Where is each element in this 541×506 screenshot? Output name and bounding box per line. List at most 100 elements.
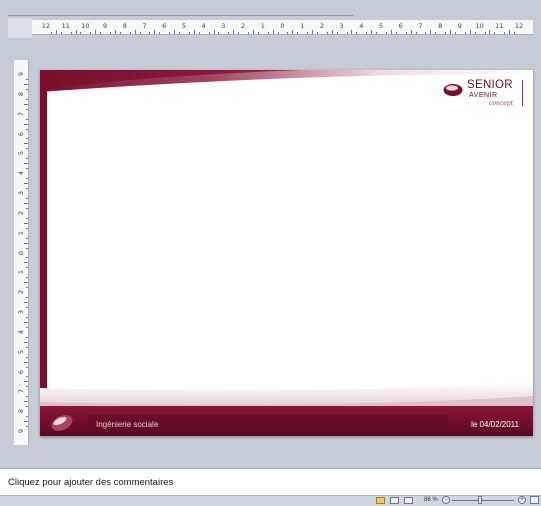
ruler-tick <box>24 381 28 383</box>
senior-avenir-logo: SENIOR AVENIR concept <box>443 77 523 107</box>
ruler-label: 12 <box>514 22 524 30</box>
ruler-label: 7 <box>17 111 25 116</box>
ruler-tick <box>80 32 82 34</box>
ruler-tick <box>213 30 215 34</box>
ruler-tick <box>60 32 62 34</box>
ruler-tick <box>331 30 333 34</box>
ruler-label: 1 <box>17 230 25 235</box>
ruler-tick <box>292 30 294 34</box>
ruler-tick <box>179 32 181 34</box>
ruler-tick <box>474 32 476 34</box>
ruler-label: 0 <box>17 250 25 255</box>
logo-name: SENIOR <box>467 79 513 91</box>
ruler-tick <box>174 30 176 34</box>
ruler-tick <box>415 32 417 34</box>
ruler-label: 4 <box>17 329 25 334</box>
ruler-tick <box>26 108 28 110</box>
ruler-tick <box>26 267 28 269</box>
ruler-tick <box>24 163 28 165</box>
ruler-tick <box>248 32 249 34</box>
ruler-tick <box>405 32 407 34</box>
ruler-label: 9 <box>17 71 25 77</box>
ruler-tick <box>257 32 259 34</box>
ruler-label: 12 <box>41 22 51 30</box>
ruler-label: 6 <box>162 22 167 30</box>
ruler-tick <box>307 32 309 34</box>
ruler-label: 7 <box>17 389 25 394</box>
zoom-out-button[interactable]: − <box>442 496 450 504</box>
logo-subtitle: AVENIR <box>469 92 498 99</box>
ruler-tick <box>454 32 456 34</box>
ruler-tick <box>26 277 28 279</box>
slide-editing-area: 12 11 10 9 8 7 6 5 4 3 2 1 0 1 2 3 4 5 6 7 8 9 10 11 12 98765432… <box>0 0 541 468</box>
ruler-label: 5 <box>378 22 384 30</box>
notes-pane[interactable]: Cliquez pour ajouter des commentaires <box>0 468 541 496</box>
ruler-label: 0 <box>280 22 285 30</box>
ruler-tick <box>26 217 28 219</box>
ruler-label: 1 <box>260 22 265 30</box>
ruler-label: 8 <box>122 22 127 30</box>
ruler-tick <box>494 32 496 34</box>
ruler-tick <box>26 336 28 338</box>
ruler-label: 6 <box>17 369 25 374</box>
ruler-tick <box>26 356 28 358</box>
ruler-tick <box>75 30 77 34</box>
horizontal-ruler[interactable]: 12 11 10 9 8 7 6 5 4 3 2 1 0 1 2 3 4 5 6 7 8 9 10 11 12 <box>32 20 533 35</box>
ruler-tick <box>24 83 28 85</box>
ruler-tick <box>410 30 412 34</box>
ruler-label: 5 <box>181 22 187 30</box>
ruler-tick <box>366 32 368 34</box>
ruler-tick <box>312 30 314 34</box>
ruler-tick <box>385 32 387 34</box>
ruler-tick <box>277 32 279 34</box>
ruler-tick <box>297 32 299 34</box>
ruler-label: 5 <box>17 349 25 354</box>
footer-logo-mark-icon <box>51 415 73 431</box>
ruler-tick <box>26 207 28 209</box>
ruler-tick <box>24 123 28 125</box>
ruler-tick <box>26 237 28 239</box>
ruler-tick <box>129 32 131 34</box>
ruler-tick <box>336 32 338 34</box>
zoom-slider[interactable] <box>452 500 514 501</box>
ruler-tick <box>26 287 28 289</box>
notes-placeholder[interactable]: Cliquez pour ajouter des commentaires <box>8 477 173 488</box>
ruler-tick <box>26 158 28 160</box>
ruler-label: 8 <box>438 22 443 30</box>
ruler-tick <box>154 30 156 34</box>
reading-view-button[interactable] <box>404 497 413 504</box>
slide-sorter-view-button[interactable] <box>390 497 399 504</box>
divider <box>8 15 353 16</box>
ruler-tick <box>95 30 97 34</box>
ruler-corner <box>8 18 32 38</box>
ruler-tick <box>26 257 28 259</box>
fit-to-window-button[interactable] <box>530 496 539 504</box>
ruler-tick <box>24 302 28 304</box>
ruler-tick <box>24 282 28 284</box>
ruler-tick <box>376 32 378 34</box>
ruler-label: 2 <box>319 22 324 30</box>
ruler-tick <box>504 32 506 34</box>
ruler-tick <box>26 386 28 388</box>
ruler-tick <box>26 128 28 130</box>
slide-canvas[interactable]: SENIOR AVENIR concept Ingénierie sociale… <box>40 70 533 436</box>
zoom-in-button[interactable]: + <box>518 496 526 504</box>
ruler-tick <box>169 32 171 34</box>
ruler-tick <box>435 32 437 34</box>
ruler-tick <box>193 30 195 34</box>
ruler-label: 3 <box>339 22 344 30</box>
ruler-tick <box>489 30 491 34</box>
zoom-slider-thumb[interactable] <box>478 496 482 504</box>
logo-tagline: concept <box>489 100 513 107</box>
normal-view-button[interactable] <box>376 497 385 504</box>
ruler-label: 3 <box>17 190 25 196</box>
ruler-tick <box>233 30 235 34</box>
ruler-tick <box>395 32 397 34</box>
ruler-label: 3 <box>221 22 226 30</box>
ruler-tick <box>371 30 373 34</box>
zoom-level[interactable]: 86 % <box>424 497 438 503</box>
ruler-tick <box>469 30 471 34</box>
ruler-tick <box>351 30 353 34</box>
footer-date: le 04/02/2011 <box>471 420 519 429</box>
vertical-ruler[interactable]: 9 8 7 6 5 4 3 2 1 0 1 2 3 4 5 6 7 8 9 <box>14 60 29 445</box>
